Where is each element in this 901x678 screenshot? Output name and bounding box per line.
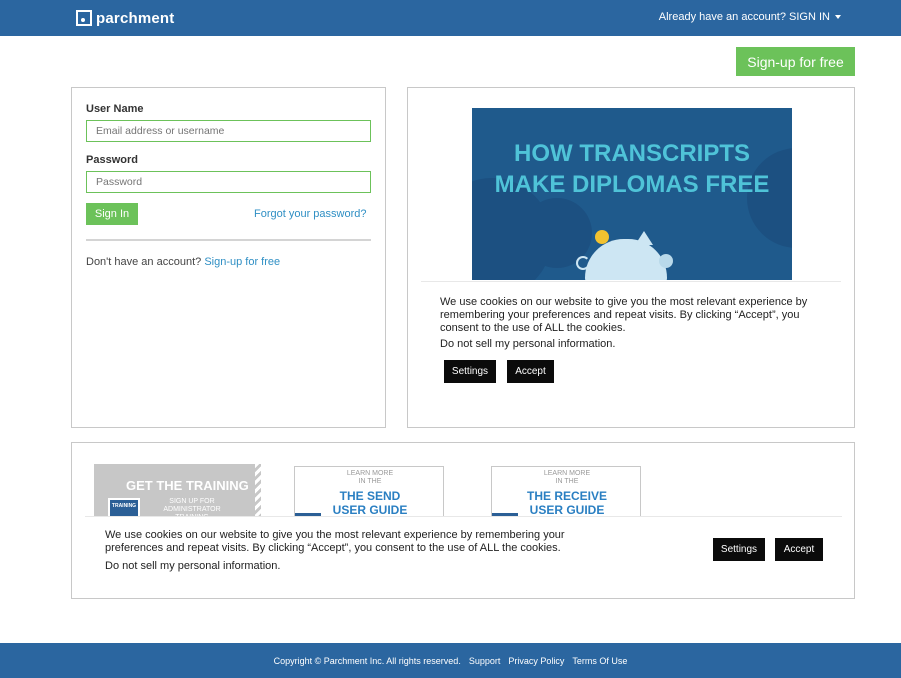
cookie-banner-text: We use cookies on our website to give yo… bbox=[105, 529, 565, 554]
footer-terms-link[interactable]: Terms Of Use bbox=[572, 656, 627, 666]
ticket-edge bbox=[255, 464, 261, 519]
cookie-accept-button[interactable]: Accept bbox=[775, 538, 823, 561]
cookie-notice-inline: We use cookies on our website to give yo… bbox=[421, 281, 841, 412]
cookie-text: We use cookies on our website to give yo… bbox=[440, 296, 808, 334]
password-label: Password bbox=[86, 154, 138, 166]
receive-guide-title-line1: THE RECEIVE bbox=[526, 489, 607, 503]
send-guide-title-line1: THE SEND bbox=[339, 489, 401, 503]
forgot-password-link[interactable]: Forgot your password? bbox=[254, 208, 367, 220]
send-guide-small-line2: IN THE bbox=[358, 478, 382, 485]
training-icon-label: TRAINING bbox=[111, 503, 137, 509]
username-input[interactable] bbox=[86, 120, 371, 142]
pig-snout bbox=[659, 254, 673, 268]
logo-icon bbox=[76, 10, 92, 26]
send-guide-small-text: LEARN MORE IN THE bbox=[295, 470, 443, 486]
video-title: HOW TRANSCRIPTS MAKE DIPLOMAS FREE bbox=[472, 138, 792, 200]
signup-link[interactable]: Sign-up for free bbox=[204, 256, 280, 268]
footer-privacy-link[interactable]: Privacy Policy bbox=[508, 656, 564, 666]
sign-in-dropdown[interactable]: Already have an account? SIGN IN bbox=[659, 11, 841, 23]
parchment-logo[interactable]: parchment bbox=[76, 8, 175, 28]
no-account-text: Don't have an account? bbox=[86, 256, 202, 268]
pig-ear bbox=[635, 231, 653, 245]
receive-guide-small-line2: IN THE bbox=[555, 478, 579, 485]
receive-guide-small-line1: LEARN MORE bbox=[543, 470, 591, 477]
do-not-sell-link[interactable]: Do not sell my personal information. bbox=[105, 560, 280, 572]
sign-in-button[interactable]: Sign In bbox=[86, 203, 138, 225]
promo-video-thumbnail[interactable]: HOW TRANSCRIPTS MAKE DIPLOMAS FREE bbox=[472, 108, 792, 280]
footer-support-link[interactable]: Support bbox=[469, 656, 501, 666]
footer-copyright: Copyright © Parchment Inc. All rights re… bbox=[273, 655, 461, 666]
send-guide-small-line1: LEARN MORE bbox=[346, 470, 394, 477]
piggy-bank-icon bbox=[585, 239, 667, 280]
password-input[interactable] bbox=[86, 171, 371, 193]
cookie-settings-button[interactable]: Settings bbox=[444, 360, 496, 383]
cookie-banner: We use cookies on our website to give yo… bbox=[85, 516, 842, 597]
sign-in-link-label: Already have an account? SIGN IN bbox=[658, 11, 830, 23]
login-panel: User Name Password Sign In Forgot your p… bbox=[71, 87, 386, 428]
no-account-row: Don't have an account? Sign-up for free bbox=[86, 256, 280, 268]
cookie-accept-button[interactable]: Accept bbox=[507, 360, 554, 383]
caret-down-icon bbox=[835, 15, 841, 19]
username-label: User Name bbox=[86, 103, 144, 115]
promo-panel: HOW TRANSCRIPTS MAKE DIPLOMAS FREE We us… bbox=[407, 87, 855, 428]
training-banner[interactable]: GET THE TRAINING SIGN UP FOR ADMINISTRAT… bbox=[94, 464, 261, 519]
video-title-line2: MAKE DIPLOMAS FREE bbox=[494, 171, 770, 198]
signup-button[interactable]: Sign-up for free bbox=[736, 47, 855, 76]
do-not-sell-link[interactable]: Do not sell my personal information. bbox=[440, 338, 615, 350]
logo-text: parchment bbox=[96, 9, 175, 27]
receive-guide-small-text: LEARN MORE IN THE bbox=[492, 470, 640, 486]
resources-panel: GET THE TRAINING SIGN UP FOR ADMINISTRAT… bbox=[71, 442, 855, 599]
video-title-line1: HOW TRANSCRIPTS bbox=[514, 140, 750, 167]
send-user-guide-banner[interactable]: LEARN MORE IN THE THE SEND USER GUIDE bbox=[294, 466, 444, 518]
training-title: GET THE TRAINING bbox=[126, 478, 249, 493]
divider bbox=[86, 239, 371, 241]
coin-icon bbox=[595, 230, 609, 244]
cookie-settings-button[interactable]: Settings bbox=[713, 538, 765, 561]
footer: Copyright © Parchment Inc. All rights re… bbox=[0, 643, 901, 678]
receive-user-guide-banner[interactable]: LEARN MORE IN THE THE RECEIVE USER GUIDE bbox=[491, 466, 641, 518]
top-navbar: parchment Already have an account? SIGN … bbox=[0, 0, 901, 36]
